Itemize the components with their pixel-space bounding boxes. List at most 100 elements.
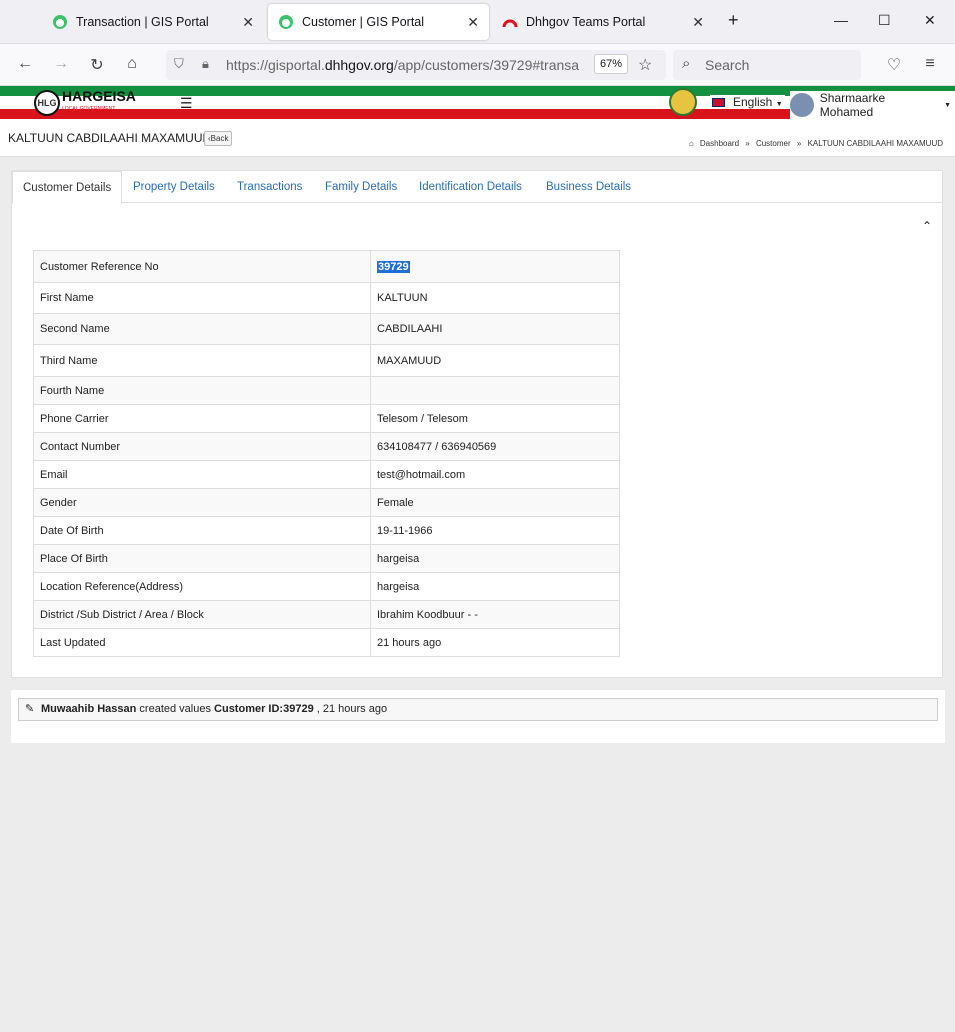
tab-property-details[interactable]: Property Details [133, 171, 215, 203]
table-row: Gender Female [33, 488, 620, 517]
activity-entry: ✎ Muwaahib Hassan created values Custome… [18, 698, 938, 721]
close-tab-icon[interactable]: ✕ [692, 14, 704, 31]
search-placeholder: Search [705, 57, 750, 73]
detail-value: KALTUUN [370, 282, 620, 314]
page-header: KALTUUN CABDILAAHI MAXAMUUD ‹Back ⌂ Dash… [0, 119, 955, 157]
brand-subtitle: LOCAL GOVERNMENT [62, 106, 116, 112]
activity-target: Customer ID:39729 [214, 703, 314, 715]
minimize-icon[interactable]: — [834, 12, 848, 28]
detail-value: Telesom / Telesom [370, 404, 620, 433]
detail-label: Customer Reference No [33, 250, 371, 283]
zoom-level[interactable]: 67% [594, 54, 629, 74]
browser-tab-customer[interactable]: Customer | GIS Portal ✕ [268, 4, 489, 40]
detail-label: Fourth Name [33, 376, 371, 405]
collapse-chevron-up-icon[interactable]: ⌃ [922, 219, 932, 233]
brand-name: HARGEISA [62, 88, 136, 104]
tab-customer-details[interactable]: Customer Details [12, 171, 123, 204]
menu-icon[interactable]: ≡ [920, 55, 940, 73]
breadcrumb-separator: » [745, 139, 750, 148]
breadcrumb-current: KALTUUN CABDILAAHI MAXAMUUD [807, 139, 943, 148]
close-tab-icon[interactable]: ✕ [242, 14, 254, 31]
back-label: Back [210, 134, 229, 143]
table-row: Customer Reference No 39729 [33, 250, 620, 283]
detail-label: Phone Carrier [33, 404, 371, 433]
breadcrumb-separator: » [796, 139, 802, 148]
language-label: English [733, 95, 773, 109]
app-header: HLG HARGEISA LOCAL GOVERNMENT ☰ English ▼… [0, 86, 955, 119]
browser-tab-bar: Transaction | GIS Portal ✕ Customer | GI… [0, 0, 955, 44]
detail-value: Female [370, 488, 620, 517]
detail-label: Email [33, 460, 371, 489]
bookmark-star-icon[interactable]: ☆ [638, 55, 652, 75]
caret-down-icon: ▼ [775, 101, 783, 108]
browser-nav-bar: ← → ↻ ⌂ ⛉ 🔒︎ https://gisportal.dhhgov.or… [0, 44, 955, 86]
activity-action: created values [139, 703, 211, 715]
breadcrumb-dashboard[interactable]: Dashboard [700, 139, 739, 148]
browser-tab-transaction[interactable]: Transaction | GIS Portal ✕ [42, 4, 264, 40]
table-row: Location Reference(Address) hargeisa [33, 572, 620, 601]
customer-details-table: Customer Reference No 39729 First Name KALT… [33, 250, 620, 657]
detail-label: Gender [33, 488, 371, 517]
detail-label: Third Name [33, 344, 371, 377]
back-button[interactable]: ‹Back [204, 131, 233, 146]
tab-title: Dhhgov Teams Portal [526, 15, 646, 29]
maximize-icon[interactable]: ☐ [878, 12, 891, 29]
lock-icon[interactable]: 🔒︎ [202, 56, 209, 72]
activity-time: , 21 hours ago [316, 703, 388, 715]
table-row: Second Name CABDILAAHI [33, 313, 620, 345]
new-tab-icon[interactable]: + [728, 10, 739, 31]
address-bar[interactable]: ⛉ 🔒︎ https://gisportal.dhhgov.org/app/cu… [166, 50, 666, 80]
detail-label: Last Updated [33, 628, 371, 657]
detail-value: hargeisa [370, 572, 620, 601]
detail-label: Date Of Birth [33, 516, 371, 545]
activity-log: ✎ Muwaahib Hassan created values Custome… [11, 690, 945, 743]
breadcrumb-customer[interactable]: Customer [756, 139, 791, 148]
detail-value: hargeisa [370, 544, 620, 573]
browser-tab-teams[interactable]: Dhhgov Teams Portal ✕ [492, 4, 714, 40]
back-arrow-icon[interactable]: ← [15, 55, 35, 73]
shield-icon[interactable]: ⛉ [174, 56, 184, 72]
detail-value: 21 hours ago [370, 628, 620, 657]
activity-user[interactable]: Muwaahib Hassan [41, 703, 136, 715]
detail-label: Second Name [33, 313, 371, 345]
detail-value: 39729 [370, 250, 620, 283]
government-emblem-icon [669, 88, 697, 116]
tab-family-details[interactable]: Family Details [325, 171, 397, 203]
user-name: Sharmaarke Mohamed [819, 91, 886, 119]
detail-value: 634108477 / 636940569 [370, 432, 620, 461]
gis-portal-favicon-icon [279, 15, 293, 29]
tab-business-details[interactable]: Business Details [546, 171, 631, 203]
brand-logo[interactable]: HLG HARGEISA LOCAL GOVERNMENT [34, 88, 136, 116]
sidebar-toggle-icon[interactable]: ☰ [180, 95, 193, 112]
table-row: First Name KALTUUN [33, 282, 620, 314]
search-input[interactable]: ⌕ Search [673, 50, 861, 80]
table-row: Place Of Birth hargeisa [33, 544, 620, 573]
tab-title: Transaction | GIS Portal [76, 15, 209, 29]
table-row: Email test@hotmail.com [33, 460, 620, 489]
home-icon[interactable]: ⌂ [122, 55, 142, 73]
avatar [790, 93, 814, 117]
language-dropdown[interactable]: English ▼ [710, 95, 785, 109]
detail-value: Ibrahim Koodbuur - - [370, 600, 620, 629]
table-row: Contact Number 634108477 / 636940569 [33, 432, 620, 461]
logo-emblem: HLG [34, 90, 60, 116]
table-row: Fourth Name [33, 376, 620, 405]
url-text[interactable]: https://gisportal.dhhgov.org/app/custome… [226, 57, 582, 73]
breadcrumb: ⌂ Dashboard » Customer » KALTUUN CABDILA… [685, 139, 943, 148]
user-menu[interactable]: Sharmaarke Mohamed ▼ [790, 91, 955, 119]
tab-transactions[interactable]: Transactions [237, 171, 302, 203]
forward-arrow-icon[interactable]: → [51, 55, 71, 73]
edit-icon: ✎ [25, 703, 35, 715]
gis-portal-favicon-icon [53, 15, 67, 29]
close-tab-icon[interactable]: ✕ [467, 14, 479, 31]
detail-label: Contact Number [33, 432, 371, 461]
table-row: Phone Carrier Telesom / Telesom [33, 404, 620, 433]
close-window-icon[interactable]: ✕ [924, 12, 936, 29]
table-row: Third Name MAXAMUUD [33, 344, 620, 377]
pocket-icon[interactable]: ♡ [884, 55, 904, 75]
detail-label: Location Reference(Address) [33, 572, 371, 601]
reload-icon[interactable]: ↻ [87, 55, 107, 75]
tab-identification-details[interactable]: Identification Details [419, 171, 522, 203]
detail-value: 19-11-1966 [370, 516, 620, 545]
page-title: KALTUUN CABDILAAHI MAXAMUUD [8, 131, 212, 145]
